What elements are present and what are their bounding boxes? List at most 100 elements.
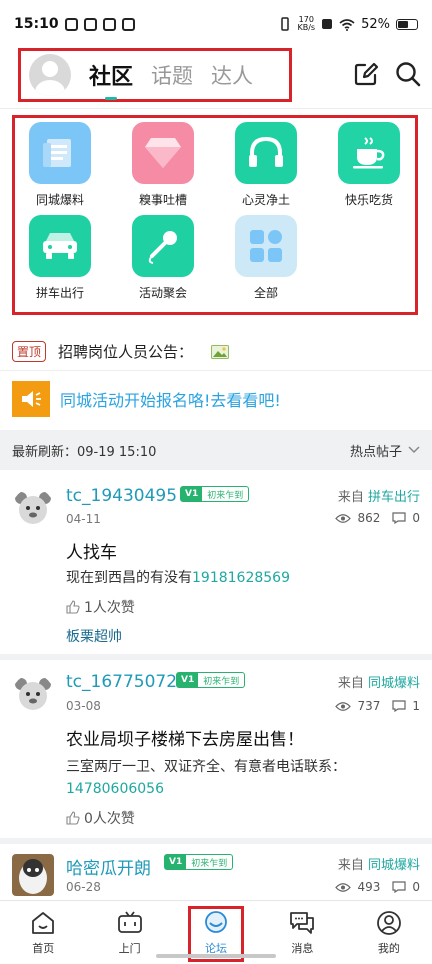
thumbs-up-icon xyxy=(66,811,80,825)
status-time: 15:10 xyxy=(14,16,59,32)
sort-dropdown[interactable]: 热点帖子 xyxy=(350,441,420,460)
user-avatar[interactable] xyxy=(29,54,71,96)
level-badge: V1 初来乍到 xyxy=(164,854,234,870)
comment-icon xyxy=(392,512,406,524)
promo-banner[interactable]: 同城活动开始报名咯!去看看吧! xyxy=(0,376,432,422)
header-tabs: 社区 话题 达人 xyxy=(18,48,292,102)
chevron-down-icon xyxy=(408,446,420,454)
notice-text: 招聘岗位人员公告： xyxy=(58,343,194,361)
category-item-carpool[interactable]: 拼车出行 xyxy=(15,215,105,301)
header-actions xyxy=(352,60,422,88)
post-stats: 862 0 xyxy=(335,511,420,525)
header: 社区 话题 达人 xyxy=(0,48,432,102)
view-count: 862 xyxy=(357,511,381,525)
category-item-events[interactable]: 活动聚会 xyxy=(118,215,208,301)
coffee-cup-icon xyxy=(338,122,400,184)
phone-link[interactable]: 19181628569 xyxy=(192,570,290,586)
app-notification-icon xyxy=(121,17,135,31)
last-refresh-text: 最新刷新：09-19 15:10 xyxy=(12,444,157,460)
post-category-link[interactable]: 拼车出行 xyxy=(368,490,420,505)
microphone-icon xyxy=(132,215,194,277)
nav-home[interactable]: 首页 xyxy=(0,901,86,964)
post-username[interactable]: tc_16775072 xyxy=(66,672,177,692)
view-count: 493 xyxy=(357,880,381,894)
post-category-link[interactable]: 同城爆料 xyxy=(368,676,420,691)
category-item-news[interactable]: 同城爆料 xyxy=(15,122,105,208)
category-label: 全部 xyxy=(253,286,278,300)
notification-icon xyxy=(64,17,78,31)
category-label: 活动聚会 xyxy=(138,286,187,300)
comment-icon xyxy=(392,700,406,712)
headphones-icon xyxy=(235,122,297,184)
grid-icon xyxy=(235,215,297,277)
category-label: 心灵净土 xyxy=(241,193,290,207)
car-icon xyxy=(29,215,91,277)
status-right: 170 KB/s 52% xyxy=(279,16,418,32)
view-count: 737 xyxy=(357,699,381,713)
tab-experts[interactable]: 达人 xyxy=(211,60,253,90)
battery-icon xyxy=(396,18,418,30)
post-stats: 737 1 xyxy=(335,699,420,713)
category-label: 糗事吐槽 xyxy=(138,193,187,207)
search-icon[interactable] xyxy=(394,60,422,88)
newspaper-icon xyxy=(29,122,91,184)
tab-topics[interactable]: 话题 xyxy=(151,60,193,90)
category-label: 拼车出行 xyxy=(35,286,84,300)
header-divider xyxy=(0,108,432,109)
post-card[interactable]: tc_19430495 V1 初来乍到 04-11 来自 拼车出行 862 0 人… xyxy=(0,470,432,660)
vibrate-icon xyxy=(281,17,290,31)
like-count[interactable]: 1人次赞 xyxy=(66,597,135,617)
post-card[interactable]: 哈密瓜开朗 V1 初来乍到 06-28 来自 同城爆料 493 0 xyxy=(0,844,432,904)
eye-icon xyxy=(335,513,352,523)
post-avatar[interactable] xyxy=(12,674,54,716)
post-body: 三室两厅一卫、双证齐全、有意者电话联系： 14780606056 xyxy=(66,759,346,797)
promo-text: 同城活动开始报名咯!去看看吧! xyxy=(60,391,281,410)
post-username[interactable]: 哈密瓜开朗 xyxy=(66,854,151,879)
post-source: 来自 同城爆料 xyxy=(337,858,420,873)
category-item-all[interactable]: 全部 xyxy=(221,215,311,301)
profile-icon xyxy=(376,911,401,935)
diamond-icon xyxy=(132,122,194,184)
home-icon xyxy=(32,912,55,934)
pinned-badge: 置顶 xyxy=(12,341,47,362)
status-left: 15:10 xyxy=(14,16,135,32)
post-username[interactable]: tc_19430495 xyxy=(66,486,177,506)
sim-icon xyxy=(322,19,333,29)
post-source: 来自 拼车出行 xyxy=(337,490,420,505)
sort-label: 热点帖子 xyxy=(349,444,402,460)
category-item-food[interactable]: 快乐吃货 xyxy=(324,122,414,208)
net-speed: 170 KB/s xyxy=(297,15,316,32)
category-grid: 同城爆料 糗事吐槽 心灵净土 快乐吃货 拼车出行 活动聚会 全部 xyxy=(12,115,418,315)
nav-profile[interactable]: 我的 xyxy=(346,901,432,964)
edit-icon[interactable] xyxy=(352,60,380,88)
comment-count: 0 xyxy=(412,880,420,894)
post-card[interactable]: tc_16775072 V1 初来乍到 03-08 来自 同城爆料 737 1 农… xyxy=(0,660,432,844)
post-category-link[interactable]: 同城爆料 xyxy=(368,858,420,873)
post-date: 04-11 xyxy=(66,512,101,526)
post-date: 03-08 xyxy=(66,699,101,713)
eye-icon xyxy=(335,701,352,711)
eye-icon xyxy=(335,882,352,892)
tv-icon xyxy=(117,911,142,933)
image-icon xyxy=(211,344,230,359)
post-avatar[interactable] xyxy=(12,854,54,896)
level-badge: V1 初来乍到 xyxy=(176,672,246,688)
tab-community[interactable]: 社区 xyxy=(89,59,133,100)
reply-preview[interactable]: 板栗超帅 xyxy=(66,626,122,646)
pinned-notice[interactable]: 置顶 招聘岗位人员公告： xyxy=(0,333,432,371)
post-source: 来自 同城爆料 xyxy=(337,676,420,691)
notification-icon xyxy=(83,17,97,31)
wifi-icon xyxy=(339,18,355,31)
phone-link[interactable]: 14780606056 xyxy=(66,781,164,797)
forum-icon xyxy=(205,911,227,933)
thumbs-up-icon xyxy=(66,600,80,614)
like-count[interactable]: 0人次赞 xyxy=(66,808,135,828)
category-item-jokes[interactable]: 糗事吐槽 xyxy=(118,122,208,208)
refresh-bar: 最新刷新：09-19 15:10 热点帖子 xyxy=(0,430,432,470)
post-title[interactable]: 人找车 xyxy=(66,538,117,563)
post-title[interactable]: 农业局坝子楼梯下去房屋出售！ xyxy=(66,725,304,750)
category-label: 同城爆料 xyxy=(35,193,84,207)
post-avatar[interactable] xyxy=(12,488,54,530)
comment-icon xyxy=(392,881,406,893)
category-item-soul[interactable]: 心灵净土 xyxy=(221,122,311,208)
